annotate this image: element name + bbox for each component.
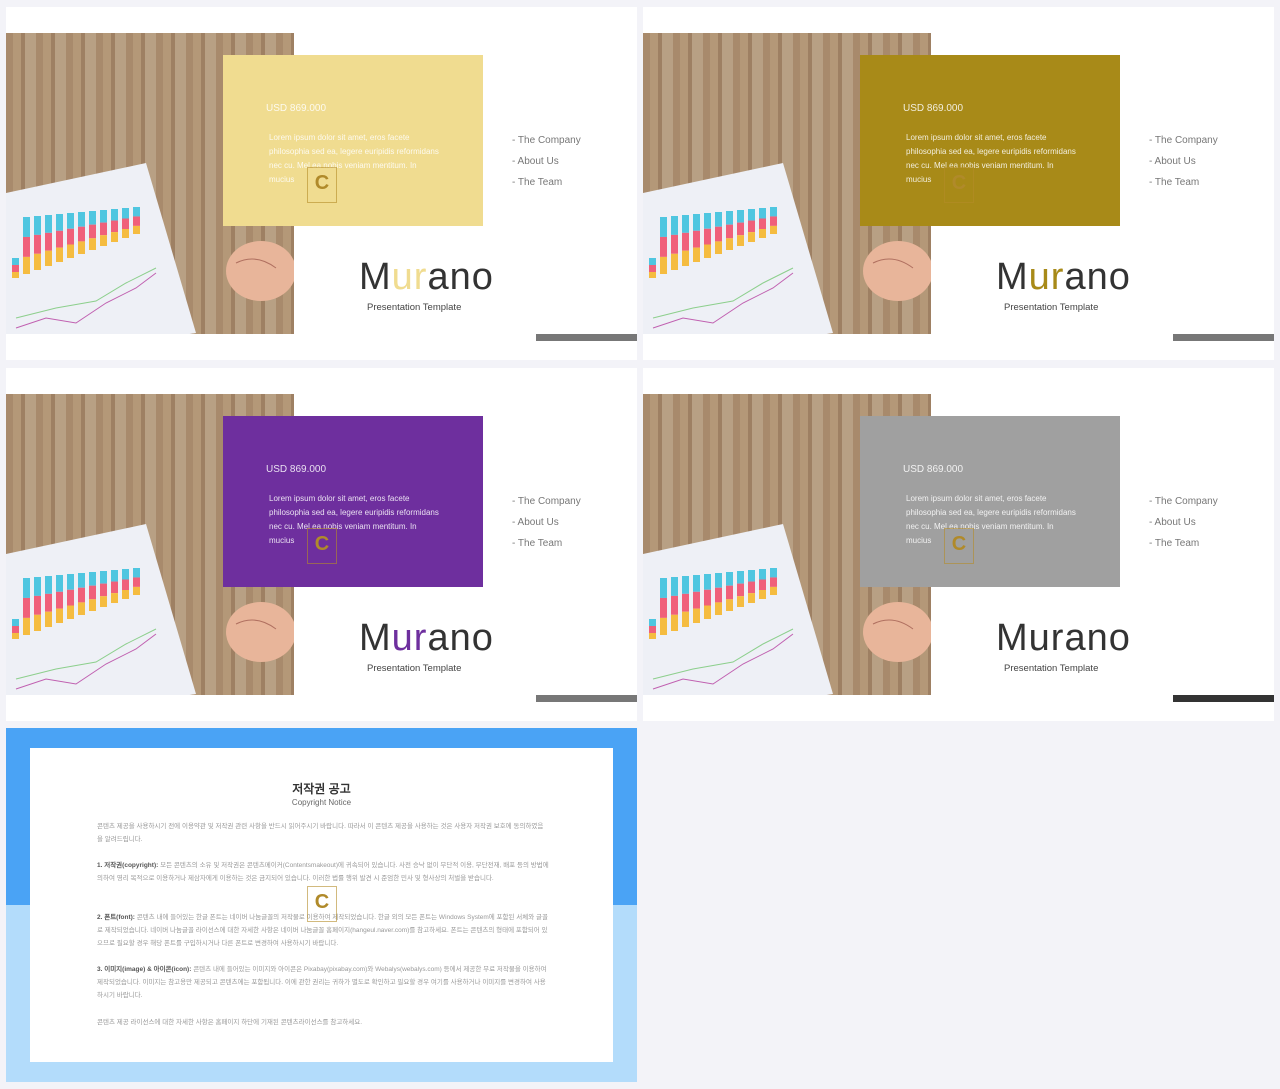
accent-bar <box>1173 695 1274 702</box>
slide-subtitle: Presentation Template <box>1004 302 1099 313</box>
watermark-logo: C <box>307 886 337 922</box>
body-text: Lorem ipsum dolor sit amet, eros facete … <box>269 133 439 184</box>
accent-bar <box>536 334 637 341</box>
fist <box>226 602 294 662</box>
copyright-slide[interactable]: 저작권 공고 Copyright Notice 콘텐츠 제공을 사용하시기 전에… <box>6 728 637 1082</box>
copyright-title: 저작권 공고 <box>292 782 351 796</box>
menu-item: - The Team <box>1149 538 1200 549</box>
body-text: Lorem ipsum dolor sit amet, eros facete … <box>906 494 1076 545</box>
body-text: Lorem ipsum dolor sit amet, eros facete … <box>269 494 439 545</box>
menu-item: - About Us <box>512 156 559 167</box>
menu-item: - About Us <box>512 517 559 528</box>
menu-item: - The Company <box>1149 496 1218 507</box>
body-text: Lorem ipsum dolor sit amet, eros facete … <box>906 133 1076 184</box>
menu-item: - About Us <box>1149 156 1196 167</box>
price-text: USD 869.000 <box>266 464 327 475</box>
watermark-logo: C <box>307 528 337 564</box>
slide-title: Murano <box>996 617 1131 659</box>
slide-subtitle: Presentation Template <box>367 663 462 674</box>
fist <box>226 241 294 301</box>
slide-thumbnail-2[interactable]: USD 869.000 Lorem ipsum dolor sit amet, … <box>643 7 1274 360</box>
menu-item: - The Company <box>512 496 581 507</box>
watermark-logo: C <box>307 167 337 203</box>
copyright-outro: 콘텐츠 제공 라이선스에 대한 자세한 사항은 홈페이지 하단에 기재된 콘텐츠… <box>97 1019 363 1026</box>
slide-title: Murano <box>359 256 494 298</box>
menu-item: - The Team <box>1149 177 1200 188</box>
copyright-p1: 1. 저작권(copyright): 모든 콘텐츠의 소유 및 저작권은 콘텐츠… <box>97 862 549 882</box>
slide-thumbnail-3[interactable]: USD 869.000 Lorem ipsum dolor sit amet, … <box>6 368 637 721</box>
menu-item: - The Company <box>512 135 581 146</box>
accent-box: USD 869.000 Lorem ipsum dolor sit amet, … <box>860 55 1120 226</box>
menu-item: - The Team <box>512 538 563 549</box>
accent-bar <box>1173 334 1274 341</box>
fist <box>863 602 931 662</box>
slide-title: Murano <box>359 617 494 659</box>
price-text: USD 869.000 <box>903 103 964 114</box>
slide-thumbnail-4[interactable]: USD 869.000 Lorem ipsum dolor sit amet, … <box>643 368 1274 721</box>
copyright-intro: 콘텐츠 제공을 사용하시기 전에 이용약관 및 저작권 관련 사항을 반드시 읽… <box>97 823 544 843</box>
menu-item: - The Company <box>1149 135 1218 146</box>
menu-list: - The Company - About Us - The Team <box>512 491 581 554</box>
price-text: USD 869.000 <box>266 103 327 114</box>
slide-subtitle: Presentation Template <box>367 302 462 313</box>
copyright-subtitle: Copyright Notice <box>291 798 352 807</box>
watermark-logo: C <box>944 167 974 203</box>
accent-box: USD 869.000 Lorem ipsum dolor sit amet, … <box>223 55 483 226</box>
fist <box>863 241 931 301</box>
slide-thumbnail-1[interactable]: USD 869.000 Lorem ipsum dolor sit amet, … <box>6 7 637 360</box>
accent-box: USD 869.000 Lorem ipsum dolor sit amet, … <box>860 416 1120 587</box>
accent-box: USD 869.000 Lorem ipsum dolor sit amet, … <box>223 416 483 587</box>
menu-list: - The Company - About Us - The Team <box>1149 491 1218 554</box>
price-text: USD 869.000 <box>903 464 964 475</box>
menu-item: - About Us <box>1149 517 1196 528</box>
menu-list: - The Company - About Us - The Team <box>1149 130 1218 193</box>
menu-list: - The Company - About Us - The Team <box>512 130 581 193</box>
slide-subtitle: Presentation Template <box>1004 663 1099 674</box>
slide-title: Murano <box>996 256 1131 298</box>
watermark-logo: C <box>944 528 974 564</box>
copyright-card: 저작권 공고 Copyright Notice 콘텐츠 제공을 사용하시기 전에… <box>30 748 613 1062</box>
menu-item: - The Team <box>512 177 563 188</box>
accent-bar <box>536 695 637 702</box>
copyright-p3: 3. 이미지(image) & 아이콘(icon): 콘텐츠 내에 들어있는 이… <box>97 966 547 999</box>
